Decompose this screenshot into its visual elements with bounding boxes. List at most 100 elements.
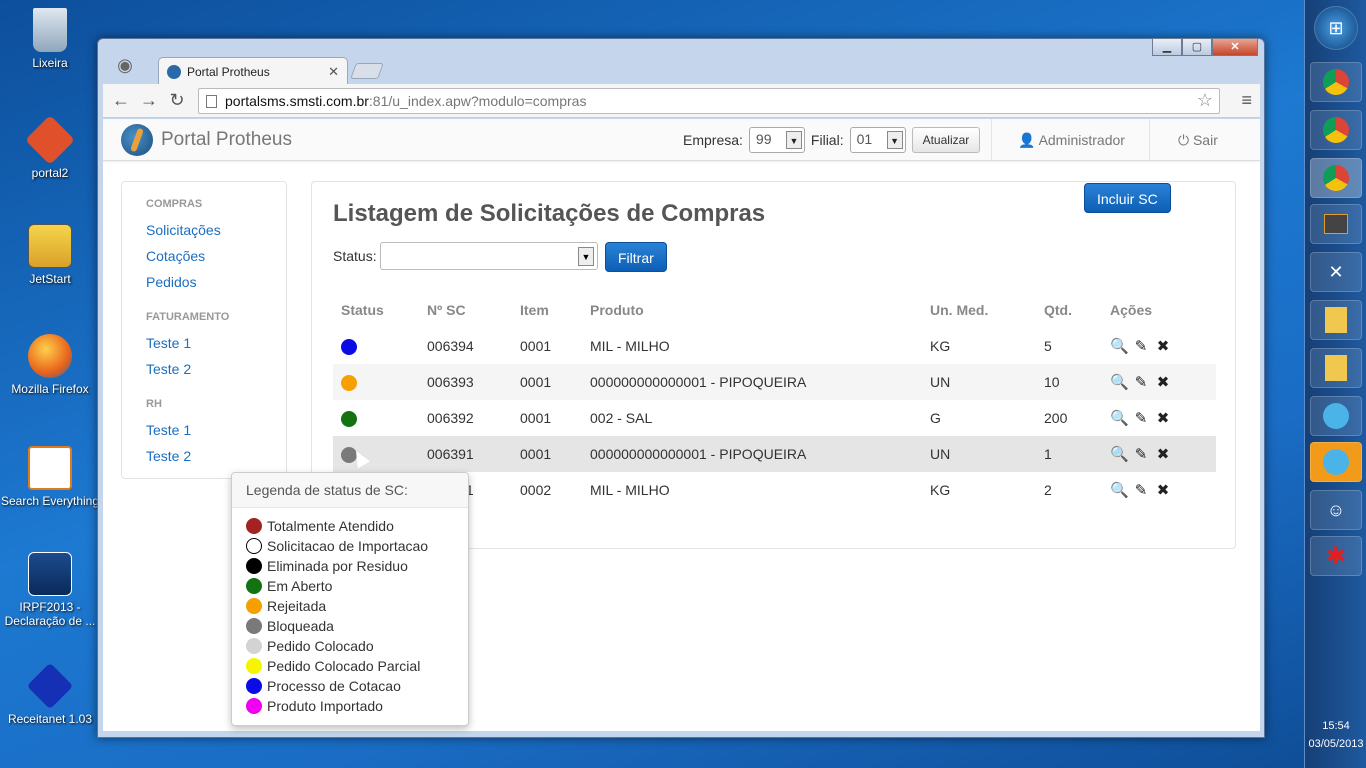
legend-label: Pedido Colocado bbox=[267, 638, 374, 654]
view-icon[interactable]: 🔍 bbox=[1110, 337, 1129, 355]
legend-color-dot-icon bbox=[246, 558, 262, 574]
taskbar-smiley[interactable]: ☺ bbox=[1310, 490, 1362, 530]
legend-item: Totalmente Atendido bbox=[246, 518, 394, 534]
taskbar-chrome-3[interactable] bbox=[1310, 158, 1362, 198]
user-menu[interactable]: 👤 Administrador bbox=[991, 119, 1151, 161]
edit-icon[interactable]: ✎ bbox=[1132, 481, 1150, 499]
favicon-icon bbox=[167, 64, 181, 79]
tab-portal-protheus[interactable]: Portal Protheus ✕ bbox=[158, 57, 348, 85]
table-row[interactable]: 006391 0001 000000000000001 - PIPOQUEIRA UN… bbox=[333, 436, 1216, 472]
desktop-icon-search-everything[interactable]: Search Everything bbox=[0, 446, 100, 508]
chevron-down-icon: ▼ bbox=[785, 131, 802, 149]
edit-icon[interactable]: ✎ bbox=[1132, 337, 1150, 355]
taskbar-app[interactable]: ✱ bbox=[1310, 536, 1362, 576]
taskbar-chat-1[interactable] bbox=[1310, 396, 1362, 436]
address-bar[interactable]: portalsms.smsti.com.br:81/u_index.apw?mo… bbox=[198, 88, 1220, 114]
taskbar-time[interactable]: 15:54 bbox=[1305, 720, 1366, 732]
logout-link[interactable]: ⏻ Sair bbox=[1149, 119, 1246, 161]
status-cell bbox=[333, 436, 419, 472]
filial-select[interactable]: 01 ▼ bbox=[849, 127, 906, 153]
desktop-icon-receitanet[interactable]: Receitanet 1.03 bbox=[0, 662, 100, 726]
user-icon: 👤 bbox=[1018, 132, 1036, 148]
close-tab-icon[interactable]: ✕ bbox=[328, 64, 339, 80]
git-icon bbox=[25, 115, 75, 165]
legend-color-dot-icon bbox=[246, 538, 262, 554]
taskbar-folder-1[interactable] bbox=[1310, 300, 1362, 340]
edit-icon[interactable]: ✎ bbox=[1132, 445, 1150, 463]
actions-cell: 🔍 ✎ ✖ bbox=[1102, 364, 1216, 400]
legend-label: Produto Importado bbox=[267, 698, 383, 714]
delete-icon[interactable]: ✖ bbox=[1154, 445, 1172, 463]
sidebar-item-faturamento-teste-2[interactable]: Teste 2 bbox=[146, 361, 191, 377]
taskbar-tools[interactable]: ✕ bbox=[1310, 252, 1362, 292]
sublime-icon bbox=[1324, 214, 1348, 234]
legend-color-dot-icon bbox=[246, 678, 262, 694]
desktop-icon-recycle-bin[interactable]: Lixeira bbox=[0, 8, 100, 70]
status-select[interactable]: ▼ bbox=[380, 242, 598, 270]
start-button[interactable]: ⊞ bbox=[1314, 6, 1358, 50]
new-tab-button[interactable] bbox=[350, 63, 384, 79]
sidebar-item-pedidos[interactable]: Pedidos bbox=[146, 274, 197, 290]
taskbar-chrome-2[interactable] bbox=[1310, 110, 1362, 150]
close-button[interactable]: ✕ bbox=[1212, 38, 1258, 56]
taskbar-folder-2[interactable] bbox=[1310, 348, 1362, 388]
unit-cell: UN bbox=[930, 446, 951, 462]
taskbar-sublime[interactable] bbox=[1310, 204, 1362, 244]
atualizar-button[interactable]: Atualizar bbox=[911, 127, 981, 153]
delete-icon[interactable]: ✖ bbox=[1154, 481, 1172, 499]
taskbar-date[interactable]: 03/05/2013 bbox=[1305, 738, 1366, 750]
forward-icon[interactable]: → bbox=[135, 90, 163, 111]
taskbar-chat-2[interactable] bbox=[1310, 442, 1362, 482]
edit-icon[interactable]: ✎ bbox=[1132, 373, 1150, 391]
status-cell bbox=[333, 400, 419, 436]
sidebar-item-rh-teste-2[interactable]: Teste 2 bbox=[146, 448, 191, 464]
delete-icon[interactable]: ✖ bbox=[1154, 409, 1172, 427]
desktop-icon-label: JetStart bbox=[29, 272, 71, 286]
back-icon[interactable]: ← bbox=[107, 90, 135, 111]
view-icon[interactable]: 🔍 bbox=[1110, 373, 1129, 391]
filtrar-button[interactable]: Filtrar bbox=[605, 242, 667, 272]
desktop-icon-irpf[interactable]: IRPF2013 - Declaração de ... bbox=[0, 552, 100, 628]
bookmark-star-icon[interactable]: ☆ bbox=[1197, 90, 1213, 111]
browser-menu-icon[interactable]: ≡ bbox=[1241, 90, 1252, 111]
view-icon[interactable]: 🔍 bbox=[1110, 481, 1129, 499]
view-icon[interactable]: 🔍 bbox=[1110, 409, 1129, 427]
desktop-icon-firefox[interactable]: Mozilla Firefox bbox=[0, 334, 100, 396]
legend-color-dot-icon bbox=[246, 618, 262, 634]
chevron-down-icon: ▼ bbox=[886, 131, 903, 149]
table-row[interactable]: 006393 0001 000000000000001 - PIPOQUEIRA UN… bbox=[333, 364, 1216, 400]
produto-cell: MIL - MILHO bbox=[590, 338, 670, 354]
status-dot-icon[interactable] bbox=[341, 410, 357, 427]
status-dot-icon[interactable] bbox=[341, 374, 357, 391]
delete-icon[interactable]: ✖ bbox=[1154, 373, 1172, 391]
desktop-icon-jetstart[interactable]: JetStart bbox=[0, 224, 100, 286]
taskbar-chrome-1[interactable] bbox=[1310, 62, 1362, 102]
chrome-icon bbox=[1323, 69, 1349, 95]
item-cell: 0001 bbox=[520, 410, 552, 426]
status-dot-icon[interactable] bbox=[341, 338, 357, 355]
desktop-icon-label: IRPF2013 - Declaração de ... bbox=[4, 600, 96, 628]
incluir-sc-button[interactable]: Incluir SC bbox=[1084, 183, 1171, 213]
desktop-icon-label: portal2 bbox=[31, 166, 69, 180]
brand[interactable]: Portal Protheus bbox=[121, 124, 292, 156]
sidebar-item-solicitacoes[interactable]: Solicitações bbox=[146, 222, 221, 238]
sc-number-cell: 006394 bbox=[427, 338, 474, 354]
reload-icon[interactable]: ↻ bbox=[163, 90, 191, 111]
maximize-button[interactable]: ▢ bbox=[1182, 38, 1212, 56]
sidebar-item-rh-teste-1[interactable]: Teste 1 bbox=[146, 422, 191, 438]
actions-cell: 🔍 ✎ ✖ bbox=[1102, 400, 1216, 436]
chrome-icon bbox=[1323, 117, 1349, 143]
empresa-select[interactable]: 99 ▼ bbox=[748, 127, 805, 153]
minimize-button[interactable]: ▁ bbox=[1152, 38, 1182, 56]
table-row[interactable]: 006392 0001 002 - SAL G 200 🔍 ✎ ✖ bbox=[333, 400, 1216, 436]
view-icon[interactable]: 🔍 bbox=[1110, 445, 1129, 463]
delete-icon[interactable]: ✖ bbox=[1154, 337, 1172, 355]
edit-icon[interactable]: ✎ bbox=[1132, 409, 1150, 427]
desktop-icon-portal2[interactable]: portal2 bbox=[0, 115, 100, 180]
table-row[interactable]: 006394 0001 MIL - MILHO KG 5 🔍 ✎ ✖ bbox=[333, 328, 1216, 364]
legend-item: Pedido Colocado Parcial bbox=[246, 658, 420, 674]
legend-color-dot-icon bbox=[246, 578, 262, 594]
sidebar-item-cotacoes[interactable]: Cotações bbox=[146, 248, 205, 264]
qtd-cell: 5 bbox=[1044, 338, 1052, 354]
sidebar-item-faturamento-teste-1[interactable]: Teste 1 bbox=[146, 335, 191, 351]
